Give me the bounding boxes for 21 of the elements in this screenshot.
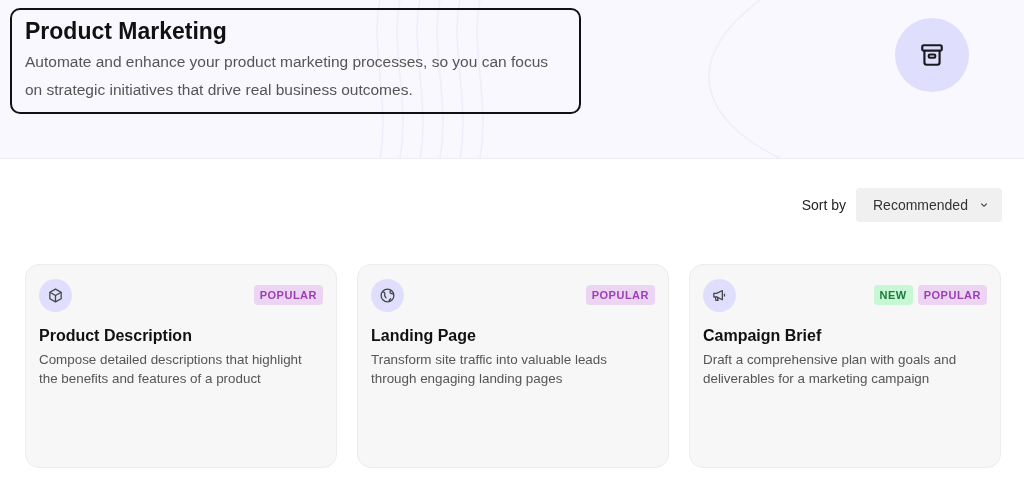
new-badge: NEW <box>873 285 913 305</box>
page-description: Automate and enhance your product marketing processes, so you can focus on strategic initiatives that drive real business outcomes. <box>25 52 549 100</box>
megaphone-icon <box>703 278 736 312</box>
cube-icon <box>39 278 72 312</box>
page-title: Product Marketing <box>25 17 228 46</box>
popular-badge: POPULAR <box>253 285 323 305</box>
card-description: Draft a comprehensive plan with goals and deliverables for a marketing campaign <box>703 351 958 388</box>
card-title: Landing Page <box>371 326 477 346</box>
sort-label: Sort by <box>801 197 846 213</box>
sort-dropdown[interactable]: Recommended <box>856 188 1002 222</box>
chevron-down-icon <box>979 201 988 209</box>
card-title: Campaign Brief <box>703 326 823 346</box>
template-card[interactable]: POPULAR Landing Page Transform site traffic into valuable leads through engaging landing pages <box>357 264 669 468</box>
card-description: Compose detailed descriptions that highlight the benefits and features of a product <box>39 351 303 388</box>
popular-badge: POPULAR <box>917 285 987 305</box>
card-description: Transform site traffic into valuable leads through engaging landing pages <box>371 351 608 388</box>
globe-icon <box>371 278 404 312</box>
template-card[interactable]: NEW POPULAR Campaign Brief Draft a comprehensive plan with goals and deliverables for a marketing campaign <box>689 264 1001 468</box>
popular-badge: POPULAR <box>585 285 655 305</box>
template-card[interactable]: POPULAR Product Description Compose detailed descriptions that highlight the benefits and features of a product <box>25 264 337 468</box>
card-title: Product Description <box>39 326 193 346</box>
